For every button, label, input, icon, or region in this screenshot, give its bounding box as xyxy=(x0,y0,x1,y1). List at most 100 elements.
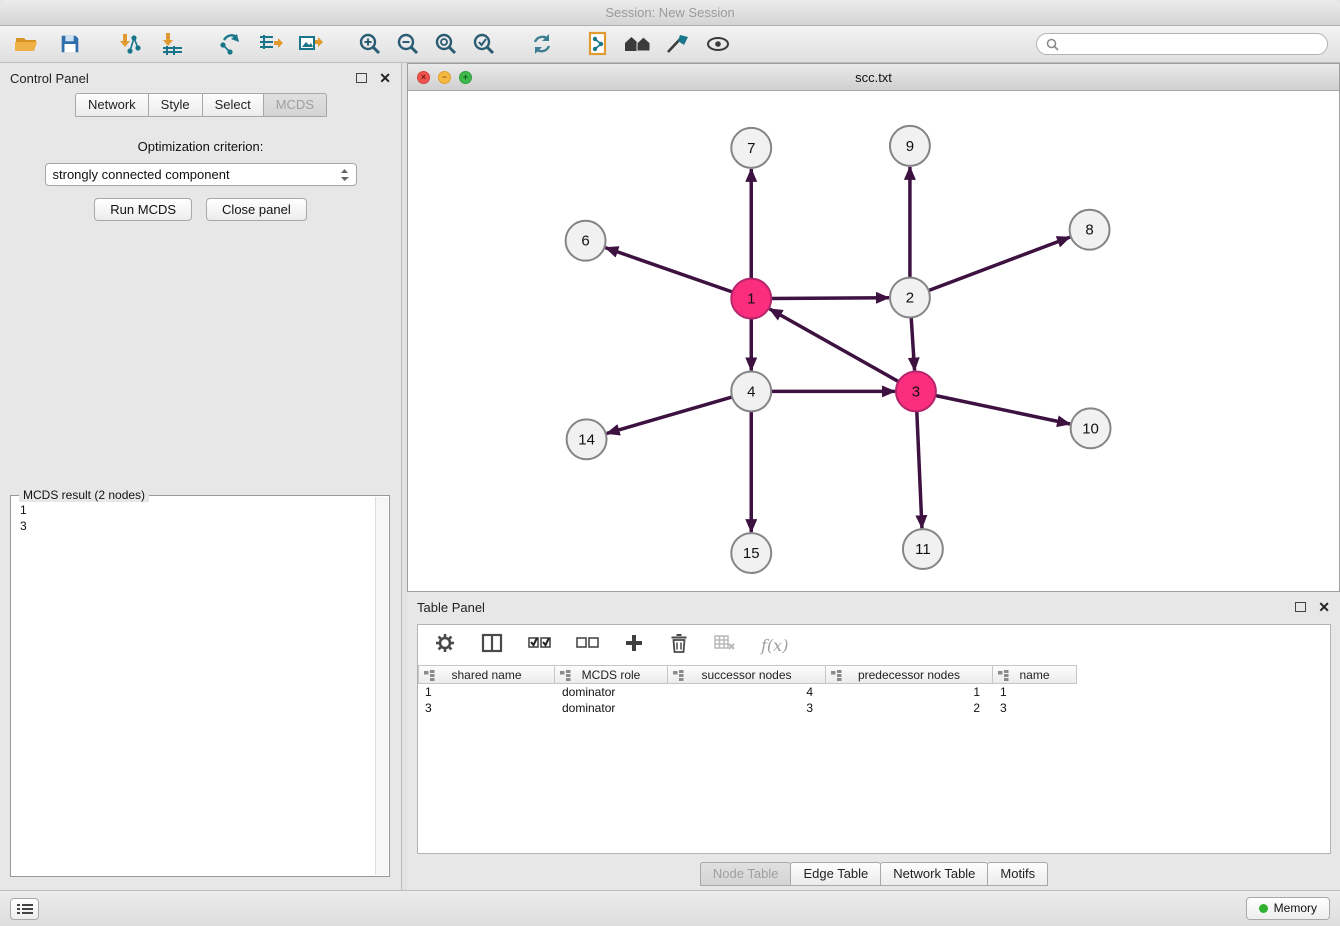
tab-mcds[interactable]: MCDS xyxy=(263,93,327,117)
export-table-icon[interactable] xyxy=(256,30,284,58)
svg-text:14: 14 xyxy=(578,431,595,448)
column-header-name[interactable]: name xyxy=(993,665,1077,684)
graph-node-9[interactable]: 9 xyxy=(890,126,930,166)
graph-node-3[interactable]: 3 xyxy=(896,371,936,411)
graph-node-2[interactable]: 2 xyxy=(890,278,930,318)
network-canvas[interactable]: 7 9 6 8 1 2 4 3 14 10 15 11 xyxy=(408,92,1339,591)
graph-edge-2-3[interactable] xyxy=(911,316,915,371)
clone-network-icon[interactable] xyxy=(584,30,612,58)
graph-edge-1-2[interactable] xyxy=(769,298,889,299)
graph-edge-1-6[interactable] xyxy=(605,248,734,293)
tab-style[interactable]: Style xyxy=(148,93,203,117)
column-label: predecessor nodes xyxy=(858,668,960,682)
zoom-out-icon[interactable] xyxy=(394,30,422,58)
eye-glyph xyxy=(705,33,731,55)
function-builder-icon[interactable]: f(x) xyxy=(761,636,788,655)
column-header-mcds-role[interactable]: MCDS role xyxy=(555,665,668,684)
column-label: successor nodes xyxy=(701,668,791,682)
column-header-predecessor-nodes[interactable]: predecessor nodes xyxy=(826,665,993,684)
graph-edge-3-11[interactable] xyxy=(917,409,922,528)
close-table-panel-icon[interactable]: ✕ xyxy=(1318,600,1330,614)
table-header-row: shared name MCDS role successor nodes pr… xyxy=(418,665,1330,684)
close-panel-button[interactable]: Close panel xyxy=(206,198,307,221)
network-window-titlebar[interactable]: scc.txt × − + xyxy=(408,64,1339,91)
svg-text:1: 1 xyxy=(747,291,755,308)
style-preview-icon[interactable] xyxy=(664,30,692,58)
graph-node-15[interactable]: 15 xyxy=(731,533,771,573)
column-header-shared-name[interactable]: shared name xyxy=(418,665,555,684)
delete-row-icon[interactable] xyxy=(669,632,689,659)
show-graphics-icon[interactable] xyxy=(704,30,732,58)
import-network-glyph xyxy=(115,31,141,57)
open-folder-glyph xyxy=(13,31,39,57)
graph-edge-4-14[interactable] xyxy=(607,396,734,433)
column-header-successor-nodes[interactable]: successor nodes xyxy=(668,665,826,684)
show-task-history-button[interactable] xyxy=(10,898,39,920)
tab-edge-table[interactable]: Edge Table xyxy=(790,862,881,886)
float-table-panel-icon[interactable] xyxy=(1295,602,1306,612)
graph-node-10[interactable]: 10 xyxy=(1071,408,1111,448)
graph-node-1[interactable]: 1 xyxy=(731,279,771,319)
select-all-icon[interactable] xyxy=(528,635,551,655)
memory-button[interactable]: Memory xyxy=(1246,897,1330,920)
split-panel-icon[interactable] xyxy=(481,633,503,658)
settings-gear-icon[interactable] xyxy=(434,632,456,659)
delete-table-icon[interactable] xyxy=(714,634,736,657)
tab-select[interactable]: Select xyxy=(202,93,264,117)
window-titlebar[interactable]: Session: New Session xyxy=(0,0,1340,26)
mcds-result-text[interactable]: 1 3 xyxy=(13,498,374,874)
graph-node-14[interactable]: 14 xyxy=(567,419,607,459)
tab-node-table[interactable]: Node Table xyxy=(700,862,792,886)
sort-icon xyxy=(831,670,842,684)
deselect-all-icon[interactable] xyxy=(576,635,599,655)
graph-edge-2-8[interactable] xyxy=(927,237,1070,291)
svg-text:11: 11 xyxy=(915,541,931,558)
export-image-icon[interactable] xyxy=(296,30,324,58)
window-close-icon[interactable]: × xyxy=(417,71,430,84)
tab-motifs[interactable]: Motifs xyxy=(987,862,1048,886)
float-panel-icon[interactable] xyxy=(356,73,367,83)
open-session-icon[interactable] xyxy=(12,30,40,58)
result-scrollbar[interactable] xyxy=(375,497,388,875)
graph-node-11[interactable]: 11 xyxy=(903,529,943,569)
zoom-selected-icon[interactable] xyxy=(470,30,498,58)
export-network-icon[interactable] xyxy=(216,30,244,58)
network-graph[interactable]: 7 9 6 8 1 2 4 3 14 10 15 11 xyxy=(408,92,1339,591)
network-window: scc.txt × − + 7 9 6 8 1 2 4 3 14 10 15 11 xyxy=(407,63,1340,592)
dropdown-arrows-icon xyxy=(340,168,349,182)
graph-node-7[interactable]: 7 xyxy=(731,128,771,168)
save-session-icon[interactable] xyxy=(56,30,84,58)
refresh-network-icon[interactable] xyxy=(528,30,556,58)
tab-network-table[interactable]: Network Table xyxy=(880,862,988,886)
run-mcds-button[interactable]: Run MCDS xyxy=(94,198,192,221)
sort-icon xyxy=(424,670,435,684)
table-row[interactable]: 1dominator411 xyxy=(418,684,1330,700)
search-input[interactable] xyxy=(1065,37,1318,51)
graph-node-4[interactable]: 4 xyxy=(731,371,771,411)
column-label: shared name xyxy=(451,668,521,682)
home-icon[interactable] xyxy=(624,30,652,58)
node-table-container: f(x) shared name MCDS role successor nod… xyxy=(417,624,1331,854)
close-panel-icon[interactable]: ✕ xyxy=(379,71,391,85)
floppy-glyph xyxy=(58,32,82,56)
table-rows: 1dominator4113dominator323 xyxy=(418,684,1330,716)
add-column-icon[interactable] xyxy=(624,633,644,658)
memory-status-icon xyxy=(1259,904,1268,913)
graph-edge-3-10[interactable] xyxy=(933,395,1070,424)
network-document-glyph xyxy=(586,31,610,57)
list-icon xyxy=(17,903,33,915)
graph-node-8[interactable]: 8 xyxy=(1070,210,1110,250)
criterion-dropdown[interactable]: strongly connected component xyxy=(45,163,357,186)
tab-network[interactable]: Network xyxy=(75,93,149,117)
table-row[interactable]: 3dominator323 xyxy=(418,700,1330,716)
import-network-icon[interactable] xyxy=(114,30,142,58)
graph-edge-3-1[interactable] xyxy=(770,309,901,383)
graph-node-6[interactable]: 6 xyxy=(566,221,606,261)
home-glyph xyxy=(624,33,652,55)
zoom-fit-icon[interactable] xyxy=(432,30,460,58)
window-minimize-icon[interactable]: − xyxy=(438,71,451,84)
search-box[interactable] xyxy=(1036,33,1328,55)
zoom-in-icon[interactable] xyxy=(356,30,384,58)
window-maximize-icon[interactable]: + xyxy=(459,71,472,84)
import-table-icon[interactable] xyxy=(158,30,186,58)
